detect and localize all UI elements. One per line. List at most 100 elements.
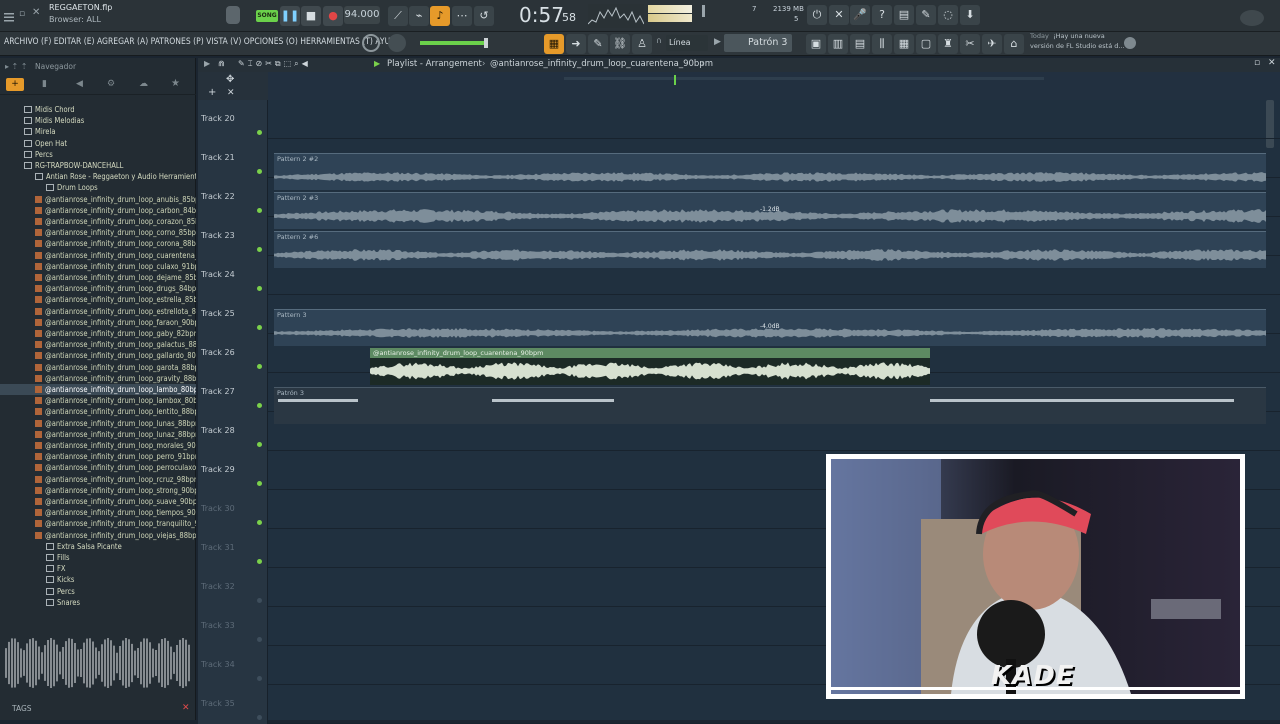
browser-file[interactable]: @antianrose_infinity_drum_loop_galactus_… [0, 339, 196, 350]
save-icon[interactable]: ▤ [894, 5, 914, 25]
browser-file[interactable]: @antianrose_infinity_drum_loop_perrocula… [0, 462, 196, 473]
browser-file[interactable]: @antianrose_infinity_drum_loop_lunas_88b… [0, 418, 196, 429]
track-mute-led[interactable] [257, 520, 262, 525]
pattern-clip-2-6[interactable]: Pattern 2 #6 [274, 231, 1266, 268]
metronome-icon[interactable]: ⟋ [388, 6, 408, 26]
pencil-icon[interactable]: ✎ [588, 34, 608, 54]
channel-rack-icon[interactable]: ▤ [850, 34, 870, 54]
pattern-next-icon[interactable]: ▶ [714, 37, 721, 47]
pattern-clip-3[interactable]: Pattern 3 -4.0dB [274, 309, 1266, 346]
magnet-icon[interactable]: ∩ [656, 36, 662, 45]
restore-window-icon[interactable]: ▫ [19, 9, 25, 19]
browser-file[interactable]: @antianrose_infinity_drum_loop_cuarenten… [0, 250, 196, 261]
browser-file[interactable]: @antianrose_infinity_drum_loop_gravity_8… [0, 373, 196, 384]
browser-files-tab-icon[interactable]: ▮ [42, 79, 47, 89]
track-header[interactable]: Track 29 [198, 451, 268, 490]
browser-folder[interactable]: RG-TRAPBOW-DANCEHALL [0, 160, 196, 171]
browser-file[interactable]: @antianrose_infinity_drum_loop_viejas_88… [0, 530, 196, 541]
browser-file[interactable]: @antianrose_infinity_drum_loop_tranquili… [0, 518, 196, 529]
browser-file[interactable]: @antianrose_infinity_drum_loop_morales_9… [0, 440, 196, 451]
playlist-snap-icon[interactable]: ▦ [544, 34, 564, 54]
browser-cloud-tab-icon[interactable]: ☁ [139, 79, 148, 89]
browser-file[interactable]: @antianrose_infinity_drum_loop_faraon_90… [0, 317, 196, 328]
browser-plugins-tab-icon[interactable]: ◀ [76, 79, 83, 89]
wait-input-icon[interactable]: ⌁ [409, 6, 429, 26]
song-mode-toggle[interactable]: SONG [256, 10, 278, 22]
browser-gear-tab-icon[interactable]: ⚙ [107, 79, 115, 89]
tempo-display[interactable]: 94.000 [344, 6, 380, 24]
track-header[interactable]: Track 33 [198, 607, 268, 646]
playlist-menu-arrow-icon[interactable]: ▶ [204, 59, 210, 68]
browser-favorites-tab-icon[interactable]: ★ [171, 78, 180, 89]
microphone-icon[interactable]: 🎤 [850, 5, 870, 25]
track-mute-led[interactable] [257, 247, 262, 252]
browser-file[interactable]: @antianrose_infinity_drum_loop_lambox_80… [0, 395, 196, 406]
stamp-icon[interactable]: ♙ [632, 34, 652, 54]
browser-file[interactable]: @antianrose_infinity_drum_loop_drugs_84b… [0, 283, 196, 294]
master-volume-slider[interactable] [420, 41, 484, 45]
browser-file[interactable]: @antianrose_infinity_drum_loop_lunaz_88b… [0, 429, 196, 440]
track-mute-led[interactable] [257, 637, 262, 642]
browser-folder[interactable]: Fills [0, 552, 196, 563]
browser-folder[interactable]: Open Hat [0, 138, 196, 149]
browser-file[interactable]: @antianrose_infinity_drum_loop_anubis_85… [0, 194, 196, 205]
browser-file[interactable]: @antianrose_infinity_drum_loop_garota_88… [0, 362, 196, 373]
track-header[interactable]: Track 34 [198, 646, 268, 685]
browser-file[interactable]: @antianrose_infinity_drum_loop_corazon_8… [0, 216, 196, 227]
track-mute-led[interactable] [257, 286, 262, 291]
arrow-right-icon[interactable]: ➜ [566, 34, 586, 54]
browser-file[interactable]: @antianrose_infinity_drum_loop_gallardo_… [0, 350, 196, 361]
browser-folder[interactable]: Extra Salsa Picante [0, 541, 196, 552]
countdown-icon[interactable]: ♪ [430, 6, 450, 26]
browser-folder[interactable]: Snares [0, 597, 196, 608]
export-icon[interactable]: ⬇ [960, 5, 980, 25]
pattern-select[interactable]: Patrón 3 [724, 34, 792, 52]
news-globe-icon[interactable] [1124, 37, 1136, 49]
track-header[interactable]: Track 28 [198, 412, 268, 451]
browser-folder[interactable]: Antian Rose - Reggaeton y Audio Herramie… [0, 171, 196, 182]
snap-magnet-icon[interactable]: ⋒ [218, 59, 225, 68]
remove-track-icon[interactable]: ✕ [227, 88, 235, 98]
track-row[interactable]: Track 20 [198, 100, 1280, 139]
browser-folder[interactable]: Kicks [0, 574, 196, 585]
master-volume-knob[interactable] [226, 6, 240, 24]
track-mute-led[interactable] [257, 598, 262, 603]
stop-button[interactable]: ■ [301, 6, 321, 26]
main-menu[interactable]: ARCHIVO (F) EDITAR (E) AGREGAR (A) PATRO… [4, 37, 401, 47]
track-mute-led[interactable] [257, 715, 262, 720]
track-mute-led[interactable] [257, 481, 262, 486]
shop-icon[interactable]: ⌂ [1004, 34, 1024, 54]
browser-folder[interactable]: Percs [0, 149, 196, 160]
track-header[interactable]: Track 35 [198, 685, 268, 724]
pattern-clip-patron-3[interactable]: Patrón 3 [274, 387, 1266, 424]
browser-file[interactable]: @antianrose_infinity_drum_loop_lambo_80b… [0, 384, 196, 395]
track-header[interactable]: Track 30 [198, 490, 268, 529]
news-line-1[interactable]: ¡Hay una nueva [1053, 32, 1105, 40]
browser-folder[interactable]: Percs [0, 586, 196, 597]
timeline-ruler[interactable] [268, 72, 1280, 100]
master-volume-dial[interactable] [388, 34, 406, 52]
track-header[interactable]: Track 27 [198, 373, 268, 412]
pattern-clip-2-2[interactable]: Pattern 2 #2 [274, 153, 1266, 190]
browser-all-tab-icon[interactable]: + [6, 78, 24, 91]
panic-icon[interactable]: ✕ [829, 5, 849, 25]
track-mute-led[interactable] [257, 442, 262, 447]
snap-select[interactable]: Línea [666, 35, 708, 51]
news-line-2[interactable]: versión de FL Studio está d... [1030, 42, 1125, 50]
browser-folder[interactable]: Drum Loops [0, 182, 196, 193]
browser-options-icon[interactable]: ▸ ⇡ ⇡ [5, 62, 28, 71]
browser-folder[interactable]: Mirela [0, 126, 196, 137]
playlist-minimize-icon[interactable]: ▫ [1254, 58, 1260, 68]
track-mute-led[interactable] [257, 364, 262, 369]
power-icon[interactable]: ⏻ [807, 5, 827, 25]
channel-icon[interactable]: ▦ [894, 34, 914, 54]
track-mute-led[interactable] [257, 559, 262, 564]
browser-file[interactable]: @antianrose_infinity_drum_loop_gaby_82bp… [0, 328, 196, 339]
track-mute-led[interactable] [257, 169, 262, 174]
track-header[interactable]: Track 26 [198, 334, 268, 373]
add-track-icon[interactable]: + [208, 87, 216, 98]
browser-folder[interactable]: FX [0, 563, 196, 574]
playhead-marker[interactable] [674, 75, 676, 85]
browser-file[interactable]: @antianrose_infinity_drum_loop_lentito_8… [0, 406, 196, 417]
scroll-overview[interactable] [564, 77, 1044, 80]
